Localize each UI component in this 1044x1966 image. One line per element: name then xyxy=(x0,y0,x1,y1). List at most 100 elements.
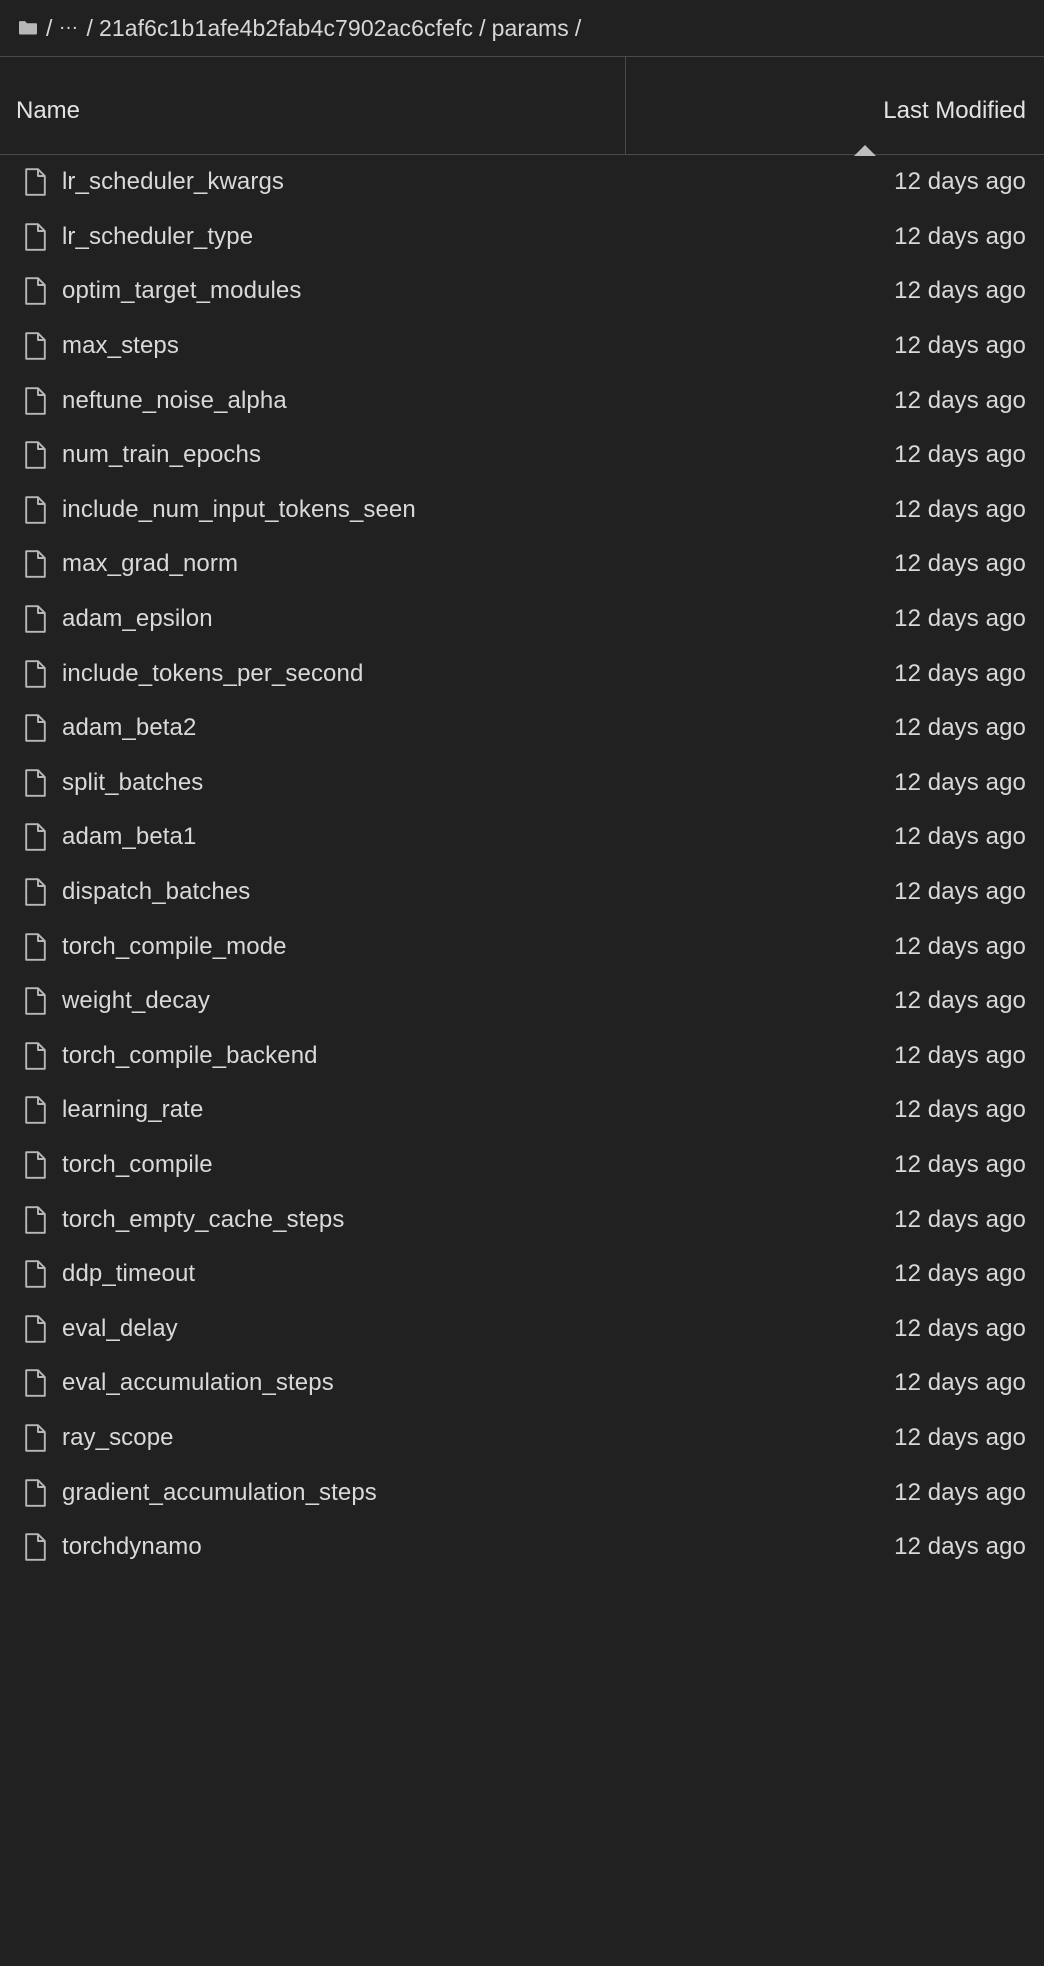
file-last-modified: 12 days ago xyxy=(894,1150,1026,1178)
table-row[interactable]: torch_compile 12 days ago xyxy=(0,1138,1044,1193)
column-header-last-modified[interactable]: Last Modified xyxy=(625,57,1044,156)
table-row[interactable]: eval_delay 12 days ago xyxy=(0,1301,1044,1356)
file-icon xyxy=(22,1314,48,1344)
folder-icon[interactable] xyxy=(18,20,38,36)
breadcrumb-item-params[interactable]: params xyxy=(492,15,569,42)
file-last-modified: 12 days ago xyxy=(894,1041,1026,1069)
file-icon xyxy=(22,768,48,798)
file-name[interactable]: adam_epsilon xyxy=(62,605,894,633)
file-name[interactable]: eval_accumulation_steps xyxy=(62,1369,894,1397)
file-icon xyxy=(22,604,48,634)
file-last-modified: 12 days ago xyxy=(894,1478,1026,1506)
file-icon xyxy=(22,167,48,197)
file-icon xyxy=(22,1095,48,1125)
file-last-modified: 12 days ago xyxy=(894,878,1026,906)
file-last-modified: 12 days ago xyxy=(894,550,1026,578)
file-icon xyxy=(22,1478,48,1508)
file-icon xyxy=(22,222,48,252)
file-icon xyxy=(22,986,48,1016)
file-name[interactable]: torch_empty_cache_steps xyxy=(62,1206,894,1234)
file-last-modified: 12 days ago xyxy=(894,277,1026,305)
file-name[interactable]: neftune_noise_alpha xyxy=(62,387,894,415)
file-icon xyxy=(22,276,48,306)
file-name[interactable]: lr_scheduler_kwargs xyxy=(62,168,894,196)
table-row[interactable]: include_num_input_tokens_seen 12 days ago xyxy=(0,483,1044,538)
file-icon xyxy=(22,1150,48,1180)
file-icon xyxy=(22,659,48,689)
table-row[interactable]: adam_beta1 12 days ago xyxy=(0,810,1044,865)
file-last-modified: 12 days ago xyxy=(894,659,1026,687)
file-last-modified: 12 days ago xyxy=(894,714,1026,742)
file-last-modified: 12 days ago xyxy=(894,1369,1026,1397)
file-last-modified: 12 days ago xyxy=(894,495,1026,523)
table-row[interactable]: split_batches 12 days ago xyxy=(0,756,1044,811)
file-last-modified: 12 days ago xyxy=(894,1096,1026,1124)
file-icon xyxy=(22,440,48,470)
table-row[interactable]: adam_beta2 12 days ago xyxy=(0,701,1044,756)
table-row[interactable]: torchdynamo 12 days ago xyxy=(0,1520,1044,1575)
table-row[interactable]: neftune_noise_alpha 12 days ago xyxy=(0,373,1044,428)
file-name[interactable]: ddp_timeout xyxy=(62,1260,894,1288)
file-last-modified: 12 days ago xyxy=(894,932,1026,960)
table-row[interactable]: ddp_timeout 12 days ago xyxy=(0,1247,1044,1302)
file-last-modified: 12 days ago xyxy=(894,1314,1026,1342)
file-name[interactable]: torchdynamo xyxy=(62,1533,894,1561)
file-name[interactable]: max_steps xyxy=(62,332,894,360)
file-icon xyxy=(22,713,48,743)
table-row[interactable]: max_grad_norm 12 days ago xyxy=(0,537,1044,592)
file-last-modified: 12 days ago xyxy=(894,441,1026,469)
table-row[interactable]: lr_scheduler_type 12 days ago xyxy=(0,210,1044,265)
table-row[interactable]: lr_scheduler_kwargs 12 days ago xyxy=(0,155,1044,210)
file-name[interactable]: ray_scope xyxy=(62,1424,894,1452)
breadcrumb-separator-0: / xyxy=(46,14,53,41)
file-icon xyxy=(22,331,48,361)
table-row[interactable]: ray_scope 12 days ago xyxy=(0,1411,1044,1466)
file-last-modified: 12 days ago xyxy=(894,768,1026,796)
file-name[interactable]: include_tokens_per_second xyxy=(62,660,894,688)
table-row[interactable]: adam_epsilon 12 days ago xyxy=(0,592,1044,647)
file-last-modified: 12 days ago xyxy=(894,823,1026,851)
file-last-modified: 12 days ago xyxy=(894,332,1026,360)
file-name[interactable]: lr_scheduler_type xyxy=(62,223,894,251)
file-name[interactable]: dispatch_batches xyxy=(62,878,894,906)
table-row[interactable]: max_steps 12 days ago xyxy=(0,319,1044,374)
file-name[interactable]: learning_rate xyxy=(62,1096,894,1124)
file-name[interactable]: torch_compile_mode xyxy=(62,933,894,961)
file-icon xyxy=(22,932,48,962)
file-name[interactable]: num_train_epochs xyxy=(62,441,894,469)
file-icon xyxy=(22,386,48,416)
file-name[interactable]: adam_beta2 xyxy=(62,714,894,742)
table-row[interactable]: num_train_epochs 12 days ago xyxy=(0,428,1044,483)
table-row[interactable]: include_tokens_per_second 12 days ago xyxy=(0,646,1044,701)
table-row[interactable]: torch_compile_mode 12 days ago xyxy=(0,919,1044,974)
table-row[interactable]: learning_rate 12 days ago xyxy=(0,1083,1044,1138)
table-row[interactable]: torch_empty_cache_steps 12 days ago xyxy=(0,1192,1044,1247)
table-row[interactable]: gradient_accumulation_steps 12 days ago xyxy=(0,1465,1044,1520)
file-name[interactable]: torch_compile_backend xyxy=(62,1042,894,1070)
table-row[interactable]: eval_accumulation_steps 12 days ago xyxy=(0,1356,1044,1411)
table-row[interactable]: optim_target_modules 12 days ago xyxy=(0,264,1044,319)
table-row[interactable]: weight_decay 12 days ago xyxy=(0,974,1044,1029)
file-last-modified: 12 days ago xyxy=(894,222,1026,250)
file-name[interactable]: include_num_input_tokens_seen xyxy=(62,496,894,524)
column-header-name[interactable]: Name xyxy=(0,57,625,125)
file-icon xyxy=(22,877,48,907)
file-name[interactable]: split_batches xyxy=(62,769,894,797)
breadcrumb-item-hash[interactable]: 21af6c1b1afe4b2fab4c7902ac6cfefc xyxy=(99,15,473,42)
breadcrumb: / … / 21af6c1b1afe4b2fab4c7902ac6cfefc /… xyxy=(0,0,1044,56)
file-icon xyxy=(22,1041,48,1071)
caret-up-icon xyxy=(854,145,876,156)
file-name[interactable]: optim_target_modules xyxy=(62,277,894,305)
file-name[interactable]: gradient_accumulation_steps xyxy=(62,1479,894,1507)
breadcrumb-ellipsis[interactable]: … xyxy=(59,12,81,35)
table-row[interactable]: dispatch_batches 12 days ago xyxy=(0,865,1044,920)
table-row[interactable]: torch_compile_backend 12 days ago xyxy=(0,1029,1044,1084)
file-name[interactable]: torch_compile xyxy=(62,1151,894,1179)
file-name[interactable]: adam_beta1 xyxy=(62,823,894,851)
file-name[interactable]: weight_decay xyxy=(62,987,894,1015)
file-name[interactable]: max_grad_norm xyxy=(62,550,894,578)
file-name[interactable]: eval_delay xyxy=(62,1315,894,1343)
file-last-modified: 12 days ago xyxy=(894,168,1026,196)
column-header-last-modified-label: Last Modified xyxy=(883,97,1026,124)
breadcrumb-separator-3: / xyxy=(574,14,582,41)
